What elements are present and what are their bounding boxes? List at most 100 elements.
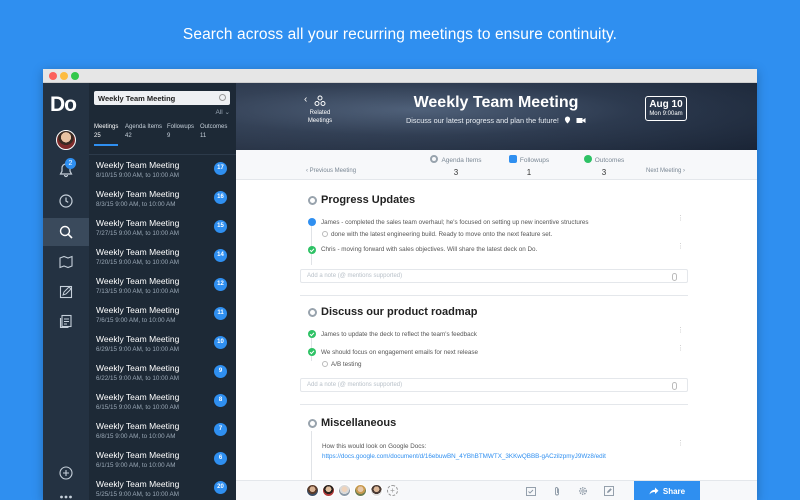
tab-followups[interactable]: Followups 9 [167, 123, 194, 140]
subtask-text[interactable]: done with the latest engineering build. … [331, 231, 552, 238]
meeting-number-badge: 14 [214, 249, 227, 262]
list-item[interactable]: Weekly Team Meeting 7/20/15 9:00 AM, to 1… [89, 242, 236, 271]
meeting-date: 6/29/15 9:00 AM, to 10:00 AM [96, 346, 179, 353]
avatar[interactable] [322, 484, 335, 497]
meeting-date: 7/13/15 9:00 AM, to 10:00 AM [96, 288, 179, 295]
section-title[interactable]: Miscellaneous [321, 417, 396, 429]
agenda-item-text[interactable]: James - completed the sales team overhau… [321, 219, 589, 226]
previous-meeting-link[interactable]: ‹ Previous Meeting [306, 168, 356, 174]
list-item[interactable]: Weekly Team Meeting 8/3/15 9:00 AM, to 10… [89, 184, 236, 213]
meeting-date: 5/25/15 9:00 AM, to 10:00 AM [96, 491, 179, 498]
share-button[interactable]: Share [634, 481, 700, 500]
meeting-title: Weekly Team Meeting [96, 421, 180, 431]
close-window-button[interactable] [49, 72, 57, 80]
paperclip-icon[interactable] [672, 382, 677, 390]
meeting-title: Weekly Team Meeting [96, 247, 180, 257]
list-item[interactable]: Weekly Team Meeting 6/29/15 9:00 AM, to 1… [89, 329, 236, 358]
meeting-number-badge: 20 [214, 481, 227, 494]
followups-count: 1 [526, 168, 532, 177]
search-query: Weekly Team Meeting [98, 94, 176, 103]
section-title[interactable]: Discuss our product roadmap [321, 306, 477, 318]
filter-dropdown[interactable]: All ⌄ [216, 108, 231, 116]
documents-button[interactable] [43, 307, 89, 335]
timeline-line [311, 431, 312, 480]
profile-avatar-button[interactable] [43, 126, 89, 154]
list-item[interactable]: Weekly Team Meeting 8/10/15 9:00 AM, to 1… [89, 155, 236, 184]
item-menu-icon[interactable]: ⋮ [677, 327, 684, 334]
edit-icon[interactable] [604, 486, 614, 496]
list-item[interactable]: Weekly Team Meeting 6/1/15 9:00 AM, to 10… [89, 445, 236, 474]
agenda-item-text[interactable]: How this would look on Google Docs: [322, 443, 426, 450]
calendar-check-icon[interactable] [526, 486, 536, 496]
search-input[interactable]: Weekly Team Meeting [94, 91, 230, 105]
add-attendee-button[interactable]: + [387, 485, 398, 496]
list-item[interactable]: Weekly Team Meeting 6/22/15 9:00 AM, to 1… [89, 358, 236, 387]
notifications-button[interactable]: 2 [43, 156, 89, 184]
list-item[interactable]: Weekly Team Meeting 7/27/15 9:00 AM, to 1… [89, 213, 236, 242]
agenda-item-text[interactable]: We should focus on engagement emails for… [321, 349, 478, 356]
followup-icon [508, 155, 517, 163]
related-meetings-button[interactable]: ‹ Related Meetings [297, 95, 343, 125]
item-menu-icon[interactable]: ⋮ [677, 440, 684, 447]
tab-agenda-items[interactable]: Agenda Items 42 [125, 123, 162, 140]
subtask-checkbox[interactable] [322, 361, 328, 367]
list-item[interactable]: Weekly Team Meeting 6/8/15 9:00 AM, to 10… [89, 416, 236, 445]
meeting-date: 6/15/15 9:00 AM, to 10:00 AM [96, 404, 179, 411]
list-item[interactable]: Weekly Team Meeting 7/6/15 9:00 AM, to 10… [89, 300, 236, 329]
map-button[interactable] [43, 248, 89, 276]
location-pin-icon[interactable] [564, 116, 571, 124]
clock-icon [59, 194, 73, 208]
next-meeting-link[interactable]: Next Meeting › [646, 168, 685, 174]
next-meeting-label: Next Meeting [646, 168, 682, 174]
list-item[interactable]: Weekly Team Meeting 7/13/15 9:00 AM, to 1… [89, 271, 236, 300]
item-menu-icon[interactable]: ⋮ [677, 345, 684, 352]
followups-stat[interactable]: Followups 1 [494, 155, 564, 177]
meeting-title: Weekly Team Meeting [96, 218, 180, 228]
do-logo: Do [50, 93, 77, 116]
meeting-header: ‹ Related Meetings Weekly Team Meeting D… [236, 83, 757, 150]
agenda-dot-icon [308, 196, 317, 205]
item-menu-icon[interactable]: ⋮ [677, 243, 684, 250]
paperclip-icon[interactable] [552, 486, 562, 496]
title-bar [43, 69, 757, 83]
agenda-item-text[interactable]: Chris - moving forward with sales object… [321, 246, 537, 253]
google-docs-link[interactable]: https://docs.google.com/document/d/16ebu… [322, 453, 606, 460]
tab-outcomes[interactable]: Outcomes 11 [200, 123, 227, 140]
section-title[interactable]: Progress Updates [321, 194, 415, 206]
meeting-date-box[interactable]: Aug 10 Mon 9:00am [645, 96, 687, 121]
meeting-number-badge: 16 [214, 191, 227, 204]
meeting-date: 8/3/15 9:00 AM, to 10:00 AM [96, 201, 176, 208]
agenda-item-text[interactable]: James to update the deck to reflect the … [321, 331, 477, 338]
subtask-checkbox[interactable] [322, 231, 328, 237]
meeting-title: Weekly Team Meeting [96, 363, 180, 373]
avatar[interactable] [370, 484, 383, 497]
avatar[interactable] [306, 484, 319, 497]
list-item[interactable]: Weekly Team Meeting 5/25/15 9:00 AM, to 1… [89, 474, 236, 500]
search-icon [59, 225, 73, 239]
checkmark-icon [583, 155, 592, 163]
more-button[interactable] [43, 483, 89, 500]
avatar[interactable] [354, 484, 367, 497]
zoom-window-button[interactable] [71, 72, 79, 80]
notes-button[interactable] [43, 278, 89, 306]
minimize-window-button[interactable] [60, 72, 68, 80]
add-circle-icon [59, 466, 73, 480]
add-note-input[interactable]: Add a note (@ mentions supported) [300, 269, 688, 283]
agenda-items-stat[interactable]: Agenda Items 3 [421, 155, 491, 177]
outcomes-stat[interactable]: Outcomes 3 [569, 155, 639, 177]
list-item[interactable]: Weekly Team Meeting 6/15/15 9:00 AM, to 1… [89, 387, 236, 416]
subtask-text[interactable]: A/B testing [331, 361, 361, 368]
search-nav-button[interactable] [43, 218, 89, 246]
share-arrow-icon [649, 487, 659, 495]
item-menu-icon[interactable]: ⋮ [677, 215, 684, 222]
avatar[interactable] [338, 484, 351, 497]
agenda-dot-icon [308, 419, 317, 428]
video-call-icon[interactable] [576, 117, 586, 124]
related-meetings-icon [314, 95, 326, 106]
add-note-input[interactable]: Add a note (@ mentions supported) [300, 378, 688, 392]
gear-icon[interactable] [578, 486, 588, 496]
tab-label: Meetings [94, 124, 119, 130]
tab-meetings[interactable]: Meetings 25 [94, 123, 119, 146]
paperclip-icon[interactable] [672, 273, 677, 281]
history-button[interactable] [43, 187, 89, 215]
